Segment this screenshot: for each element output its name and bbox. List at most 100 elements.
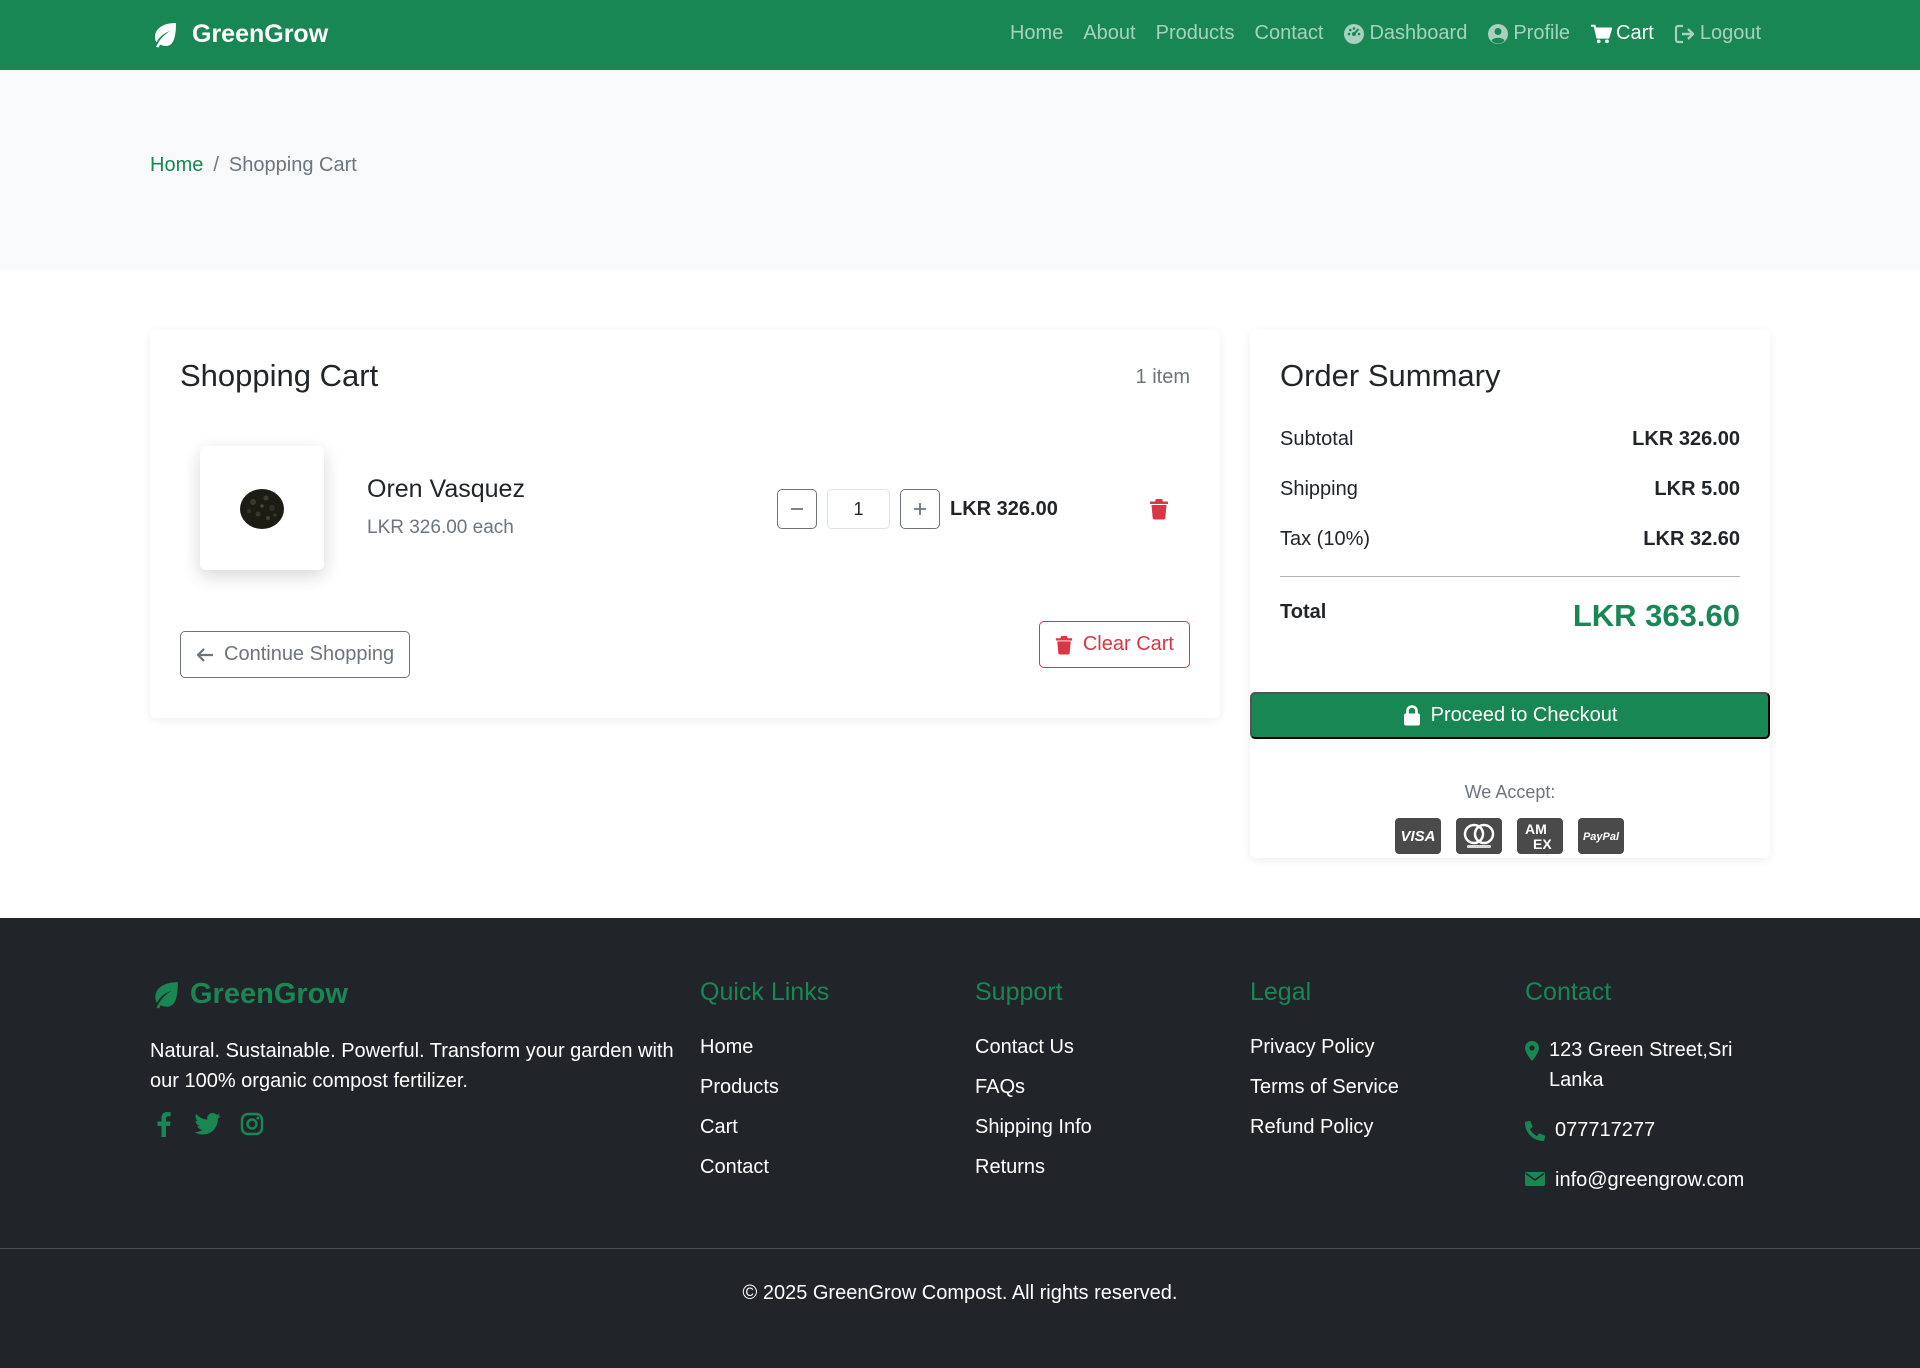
contact-address: 123 Green Street,Sri Lanka — [1525, 1035, 1770, 1095]
shipping-row: Shipping LKR 5.00 — [1280, 478, 1740, 501]
contact-email: info@greengrow.com — [1525, 1165, 1770, 1195]
continue-shopping-label: Continue Shopping — [224, 643, 395, 665]
product-image — [200, 446, 324, 570]
tax-value: LKR 32.60 — [1643, 528, 1740, 550]
quantity-decrease-button[interactable] — [777, 489, 817, 529]
cart-icon — [1590, 24, 1613, 43]
facebook-icon[interactable] — [150, 1110, 178, 1138]
footer-link-cart[interactable]: Cart — [700, 1115, 829, 1155]
contact-phone-text: 077717277 — [1555, 1119, 1656, 1141]
nav-dashboard-link[interactable]: Dashboard — [1343, 22, 1467, 45]
nav-cart-link[interactable]: Cart — [1590, 22, 1654, 45]
total-value: LKR 363.60 — [1572, 598, 1740, 633]
nav-cart-label: Cart — [1616, 22, 1654, 44]
cart-title: Shopping Cart — [180, 358, 379, 393]
site-footer: GreenGrow Natural. Sustainable. Powerful… — [0, 918, 1920, 1368]
footer-link-home[interactable]: Home — [700, 1035, 829, 1075]
brand-logo[interactable]: GreenGrow — [150, 20, 328, 49]
footer-link-shipping-info[interactable]: Shipping Info — [975, 1115, 1092, 1155]
twitter-icon[interactable] — [194, 1110, 222, 1138]
contact-address-text: 123 Green Street,Sri Lanka — [1549, 1039, 1733, 1091]
dashboard-icon — [1344, 23, 1365, 44]
order-summary-title: Order Summary — [1280, 358, 1501, 393]
footer-tagline: Natural. Sustainable. Powerful. Transfor… — [150, 1040, 674, 1092]
svg-text:VISA: VISA — [1400, 828, 1435, 845]
payment-methods: VISA AM EX PayPal — [1395, 818, 1624, 854]
continue-shopping-button[interactable]: Continue Shopping — [180, 631, 411, 678]
footer-link-terms-of-service[interactable]: Terms of Service — [1250, 1075, 1399, 1115]
trash-icon — [1150, 499, 1168, 520]
amex-icon: AM EX — [1517, 818, 1563, 854]
line-total: LKR 326.00 — [950, 498, 1058, 520]
footer-link-contact[interactable]: Contact — [700, 1155, 829, 1195]
instagram-icon[interactable] — [238, 1110, 266, 1138]
footer-contact: Contact 123 Green Street,Sri Lanka 07771… — [1525, 978, 1770, 1215]
breadcrumb-current: Shopping Cart — [228, 154, 357, 176]
trash-icon — [1055, 635, 1072, 654]
compost-pile-icon — [240, 489, 284, 529]
minus-icon — [791, 508, 803, 510]
plus-icon — [914, 503, 926, 515]
nav-profile-label: Profile — [1513, 22, 1571, 44]
footer-link-faqs[interactable]: FAQs — [975, 1075, 1092, 1115]
footer-link-refund-policy[interactable]: Refund Policy — [1250, 1115, 1399, 1155]
quick-links-title: Quick Links — [700, 978, 830, 1006]
footer-divider — [0, 1248, 1920, 1249]
logout-icon — [1674, 24, 1695, 43]
paypal-icon: PayPal — [1578, 818, 1624, 854]
envelope-icon — [1525, 1172, 1545, 1186]
quantity-input[interactable] — [827, 489, 890, 529]
footer-brand: GreenGrow — [150, 978, 348, 1011]
shipping-label: Shipping — [1280, 478, 1358, 500]
remove-item-button[interactable] — [1145, 495, 1173, 523]
quantity-increase-button[interactable] — [900, 489, 940, 529]
checkout-label: Proceed to Checkout — [1430, 704, 1618, 726]
proceed-to-checkout-button[interactable]: Proceed to Checkout — [1250, 692, 1770, 739]
nav-logout-link[interactable]: Logout — [1674, 22, 1761, 45]
nav-contact-link[interactable]: Contact — [1255, 22, 1324, 45]
nav-products-link[interactable]: Products — [1156, 22, 1235, 45]
legal-title: Legal — [1250, 978, 1312, 1006]
nav-profile-link[interactable]: Profile — [1487, 22, 1570, 45]
page-header-band: Home / Shopping Cart — [0, 70, 1920, 270]
svg-text:PayPal: PayPal — [1583, 831, 1620, 843]
contact-email-text: info@greengrow.com — [1555, 1169, 1745, 1191]
cart-item-count: 1 item — [1135, 366, 1190, 388]
nav-about-link[interactable]: About — [1083, 22, 1135, 45]
footer-link-privacy-policy[interactable]: Privacy Policy — [1250, 1035, 1399, 1075]
nav-about-label: About — [1083, 22, 1136, 44]
footer-quick-links: Quick Links Home Products Cart Contact — [700, 978, 829, 1195]
order-summary-card: Order Summary Subtotal LKR 326.00 Shippi… — [1250, 330, 1770, 858]
copyright-text: © 2025 GreenGrow Compost. All rights res… — [742, 1282, 1178, 1304]
social-links — [150, 1110, 282, 1138]
summary-divider — [1280, 576, 1740, 577]
tax-row: Tax (10%) LKR 32.60 — [1280, 528, 1740, 551]
nav-links: Home About Products Contact Dashboard Pr… — [1010, 22, 1761, 45]
we-accept-label: We Accept: — [1464, 782, 1556, 802]
nav-dashboard-label: Dashboard — [1369, 22, 1468, 44]
nav-products-label: Products — [1155, 22, 1235, 44]
nav-logout-label: Logout — [1699, 22, 1761, 44]
product-name: Oren Vasquez — [367, 475, 525, 503]
footer-support: Support Contact Us FAQs Shipping Info Re… — [975, 978, 1092, 1195]
brand-name: GreenGrow — [192, 20, 329, 48]
svg-text:EX: EX — [1533, 836, 1552, 852]
visa-icon: VISA — [1395, 818, 1441, 854]
nav-home-link[interactable]: Home — [1010, 22, 1063, 45]
footer-legal: Legal Privacy Policy Terms of Service Re… — [1250, 978, 1399, 1155]
breadcrumb-home-link[interactable]: Home — [150, 154, 203, 177]
contact-phone: 077717277 — [1525, 1115, 1770, 1145]
leaf-icon — [155, 22, 176, 47]
subtotal-value: LKR 326.00 — [1632, 428, 1740, 450]
mastercard-icon — [1456, 818, 1502, 854]
contact-title: Contact — [1525, 978, 1612, 1006]
footer-link-contact-us[interactable]: Contact Us — [975, 1035, 1092, 1075]
footer-link-returns[interactable]: Returns — [975, 1155, 1092, 1195]
support-title: Support — [975, 978, 1063, 1006]
breadcrumb: Home / Shopping Cart — [150, 154, 357, 177]
total-label: Total — [1280, 601, 1327, 623]
phone-icon — [1525, 1121, 1545, 1141]
footer-link-products[interactable]: Products — [700, 1075, 829, 1115]
top-navbar: GreenGrow Home About Products Contact Da… — [0, 0, 1920, 70]
clear-cart-button[interactable]: Clear Cart — [1038, 621, 1190, 668]
